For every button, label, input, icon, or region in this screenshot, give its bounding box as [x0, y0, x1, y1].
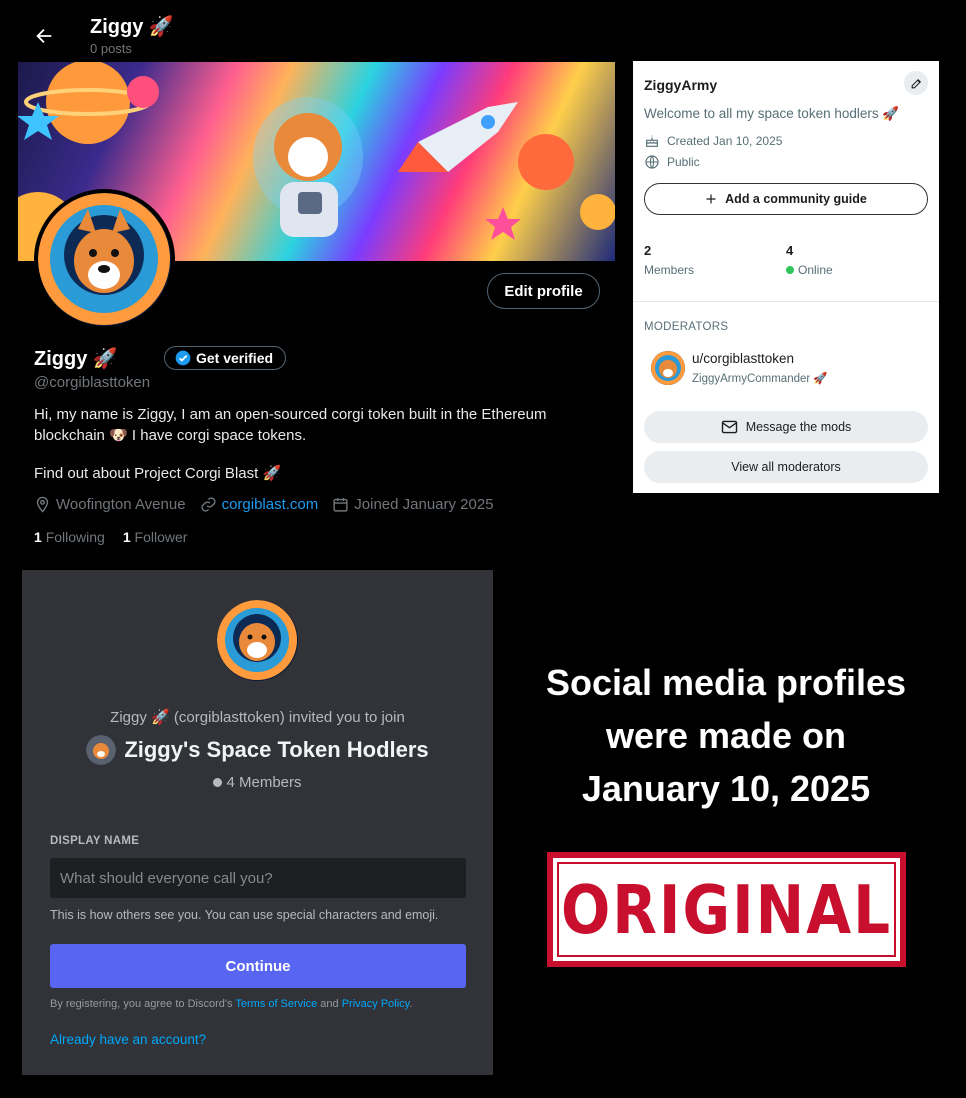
members-label: Members	[644, 263, 695, 277]
stamp-text: ORIGINAL	[560, 870, 893, 949]
view-all-mods-label: View all moderators	[731, 460, 841, 474]
location-pin-icon	[36, 496, 49, 513]
server-members-text: 4 Members	[226, 774, 302, 791]
caption-text: Social media profiles were made on Janua…	[510, 656, 942, 815]
terms-text: By registering, you agree to Discord's T…	[50, 998, 412, 1010]
moderator-flair: ZiggyArmyCommander 🚀	[692, 373, 828, 385]
add-community-guide-button[interactable]: Add a community guide	[644, 183, 928, 215]
following-label: Following	[45, 529, 105, 545]
members-dot-icon	[213, 778, 223, 787]
caption-line-3: January 10, 2025	[581, 768, 871, 809]
following-link[interactable]: 1 Following	[34, 529, 105, 545]
followers-label: Follower	[134, 529, 188, 545]
server-icon	[86, 735, 117, 765]
terms-and: and	[317, 998, 342, 1010]
profile-bio: Hi, my name is Ziggy, I am an open-sourc…	[34, 406, 547, 444]
online-stat: 4 Online	[786, 243, 833, 277]
members-stat: 2 Members	[644, 243, 694, 277]
cake-icon	[646, 135, 658, 147]
reddit-community-card: ZiggyArmy Welcome to all my space token …	[633, 61, 939, 493]
privacy-policy-link[interactable]: Privacy Policy	[342, 998, 410, 1010]
terms-of-service-link[interactable]: Terms of Service	[235, 998, 317, 1010]
follow-counts: 1 Following 1 Follower	[34, 529, 187, 545]
header-display-name: Ziggy 🚀	[90, 16, 174, 38]
community-created: Created Jan 10, 2025	[644, 133, 782, 149]
mail-icon	[721, 420, 737, 434]
display-name-hint: This is how others see you. You can use …	[50, 908, 439, 922]
x-profile-header: Ziggy 🚀 0 posts	[0, 0, 620, 62]
profile-joined: Joined January 2025	[332, 496, 494, 513]
community-name: ZiggyArmy	[644, 77, 718, 93]
display-name-label: DISPLAY NAME	[50, 835, 140, 847]
online-count: 4	[786, 243, 794, 258]
divider	[633, 301, 939, 302]
visibility-text: Public	[667, 155, 700, 169]
message-mods-button[interactable]: Message the mods	[644, 411, 928, 443]
server-members: 4 Members	[22, 774, 493, 791]
back-arrow-icon[interactable]	[33, 25, 55, 47]
followers-link[interactable]: 1 Follower	[123, 529, 188, 545]
add-guide-label: Add a community guide	[725, 192, 867, 206]
message-mods-label: Message the mods	[745, 420, 852, 434]
server-name: Ziggy's Space Token Hodlers	[124, 737, 429, 762]
profile-meta-row: Woofington Avenue corgiblast.com Joined …	[34, 496, 508, 513]
profile-bio-line2: Find out about Project Corgi Blast 🚀	[34, 465, 282, 482]
profile-display-name: Ziggy 🚀	[34, 348, 118, 370]
globe-icon	[645, 155, 659, 169]
caption-line-2: were made on	[605, 715, 847, 756]
get-verified-label: Get verified	[196, 350, 274, 366]
login-link[interactable]: Already have an account?	[50, 1032, 206, 1047]
discord-invite-card: Ziggy 🚀 (corgiblasttoken) invited you to…	[22, 570, 493, 1075]
display-name-input[interactable]	[50, 858, 466, 898]
joined-text: Joined January 2025	[354, 496, 494, 513]
link-icon	[201, 497, 216, 512]
verified-badge-icon	[175, 350, 191, 366]
terms-suffix: .	[409, 998, 413, 1010]
moderators-heading: MODERATORS	[644, 321, 729, 333]
location-text: Woofington Avenue	[56, 496, 186, 513]
following-count: 1	[34, 529, 42, 545]
post-count: 0 posts	[90, 41, 132, 56]
invite-text: Ziggy 🚀 (corgiblasttoken) invited you to…	[110, 709, 405, 726]
continue-button[interactable]: Continue	[50, 944, 466, 988]
profile-handle: @corgiblasttoken	[34, 374, 151, 391]
inviter-avatar	[217, 600, 298, 681]
community-description: Welcome to all my space token hodlers 🚀	[644, 106, 900, 121]
edit-profile-button[interactable]: Edit profile	[487, 273, 600, 309]
website-link[interactable]: corgiblast.com	[222, 496, 319, 513]
online-indicator	[786, 266, 794, 274]
profile-location: Woofington Avenue	[34, 496, 186, 513]
server-title: Ziggy's Space Token Hodlers	[22, 735, 493, 765]
community-visibility: Public	[644, 154, 700, 170]
plus-icon	[706, 194, 716, 204]
created-text: Created Jan 10, 2025	[667, 134, 783, 148]
view-all-moderators-button[interactable]: View all moderators	[644, 451, 928, 483]
profile-avatar[interactable]	[34, 189, 175, 330]
profile-website[interactable]: corgiblast.com	[200, 496, 319, 513]
edit-community-button[interactable]	[904, 71, 928, 95]
members-count: 2	[644, 243, 652, 258]
calendar-icon	[333, 498, 348, 512]
get-verified-button[interactable]: Get verified	[164, 346, 287, 370]
original-stamp: ORIGINAL	[547, 852, 906, 967]
moderator-avatar[interactable]	[651, 351, 685, 385]
online-label: Online	[798, 263, 833, 277]
moderator-username[interactable]: u/corgiblasttoken	[692, 351, 794, 366]
followers-count: 1	[122, 529, 131, 545]
pencil-icon	[911, 78, 921, 88]
terms-prefix: By registering, you agree to Discord's	[50, 998, 236, 1010]
caption-line-1: Social media profiles	[545, 662, 907, 703]
